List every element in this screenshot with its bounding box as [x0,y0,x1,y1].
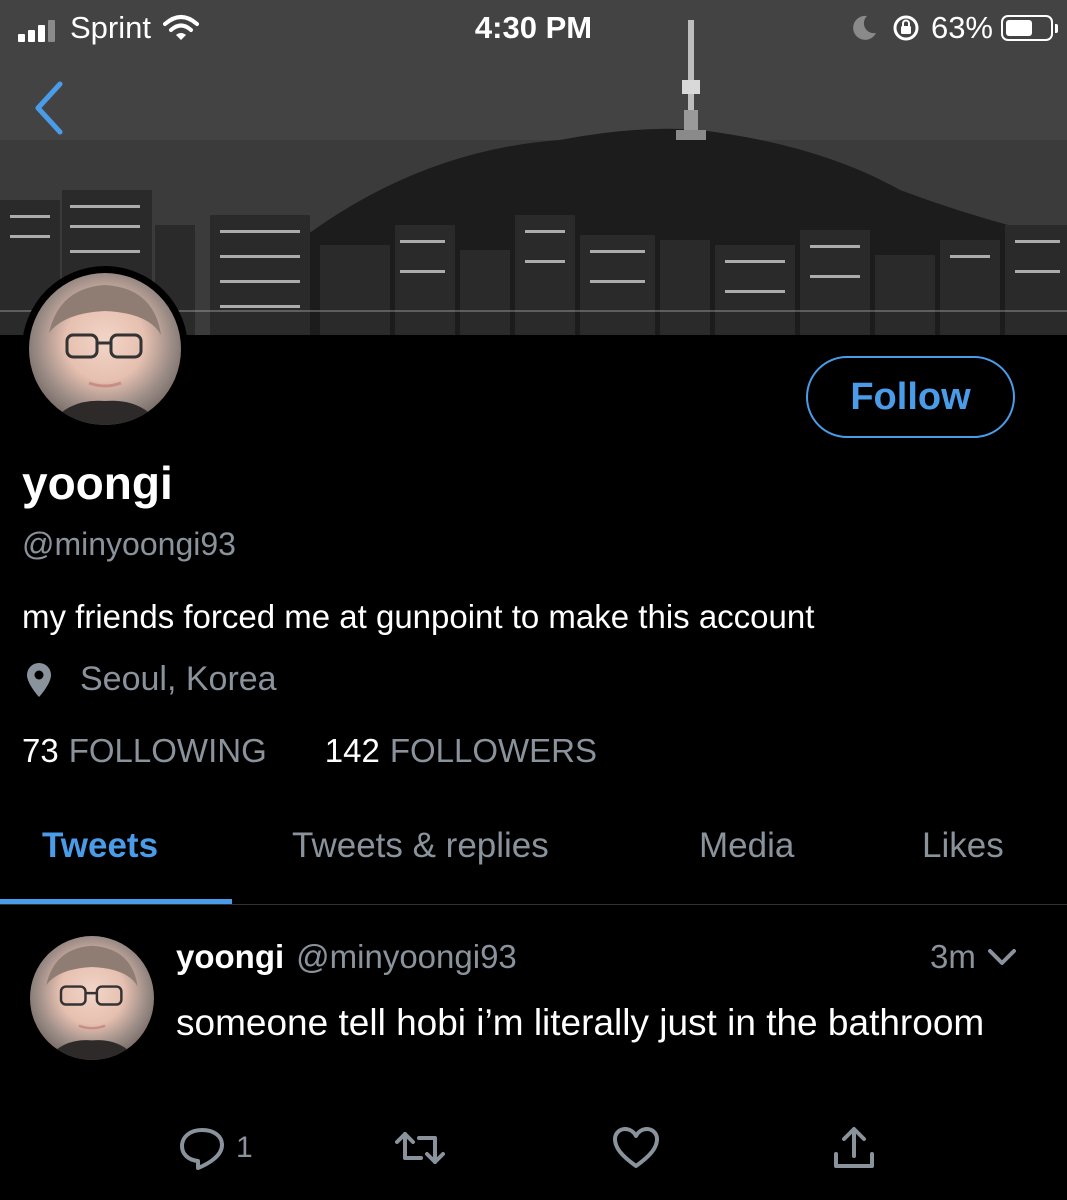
profile-handle: @minyoongi93 [22,526,236,562]
location-pin-icon [27,662,51,697]
tab-media[interactable]: Media [699,826,794,866]
profile-display-name: yoongi [22,457,173,509]
share-icon [834,1127,874,1168]
followers-count: 142 [324,732,380,769]
followers-stat[interactable]: 142 FOLLOWERS [325,732,597,770]
tweet-author-handle[interactable]: @minyoongi93 [296,938,517,976]
back-button[interactable] [28,78,72,138]
location-text: Seoul, Korea [80,660,277,698]
status-bar: Sprint 4:30 PM 63% [0,0,1067,56]
tweet-header: yoongi @minyoongi93 [176,938,517,976]
like-icon [613,1127,659,1168]
battery-icon [1001,15,1058,41]
retweet-button[interactable] [395,1124,445,1172]
avatar-photo [29,273,181,425]
moon-icon [853,15,876,40]
profile-bio: my friends forced me at gunpoint to make… [22,598,815,635]
profile-tabs: Tweets Tweets & replies Media Likes [0,800,1067,904]
chevron-down-icon[interactable] [986,945,1018,969]
following-count: 73 [22,732,59,769]
tweet-text: someone tell hobi i’m literally just in … [176,1002,985,1043]
profile-stats: 73 FOLLOWING 142 FOLLOWERS [22,732,597,770]
profile-avatar[interactable] [22,266,188,432]
tab-tweets[interactable]: Tweets [42,826,158,866]
tab-tweets-replies[interactable]: Tweets & replies [292,826,549,866]
share-button[interactable] [832,1124,876,1172]
reply-button[interactable]: 1 [178,1124,253,1172]
follow-button[interactable]: Follow [806,356,1015,438]
battery-percent: 63% [930,10,993,45]
chevron-left-icon [35,81,63,135]
profile-location: Seoul, Korea [24,660,277,699]
tweet-author-name[interactable]: yoongi [176,938,284,976]
following-stat[interactable]: 73 FOLLOWING [22,732,267,770]
status-bar-right: 63% [849,10,1058,46]
followers-label: FOLLOWERS [389,732,598,769]
reply-count: 1 [236,1131,253,1164]
orientation-lock-icon [893,15,919,41]
tabs-divider [0,904,1067,905]
tab-likes[interactable]: Likes [922,826,1004,866]
like-button[interactable] [612,1124,660,1172]
battery-fill [1006,20,1032,36]
retweet-icon [395,1132,445,1164]
tweet-time-text: 3m [930,938,976,975]
tweet-actions: 1 [0,1124,1067,1180]
profile-screen: Sprint 4:30 PM 63% Follow yoongi @minyoo… [0,0,1067,1200]
following-label: FOLLOWING [68,732,267,769]
tweet-timestamp: 3m [930,938,1018,976]
reply-icon [180,1128,224,1170]
tweet-avatar[interactable] [30,936,154,1060]
